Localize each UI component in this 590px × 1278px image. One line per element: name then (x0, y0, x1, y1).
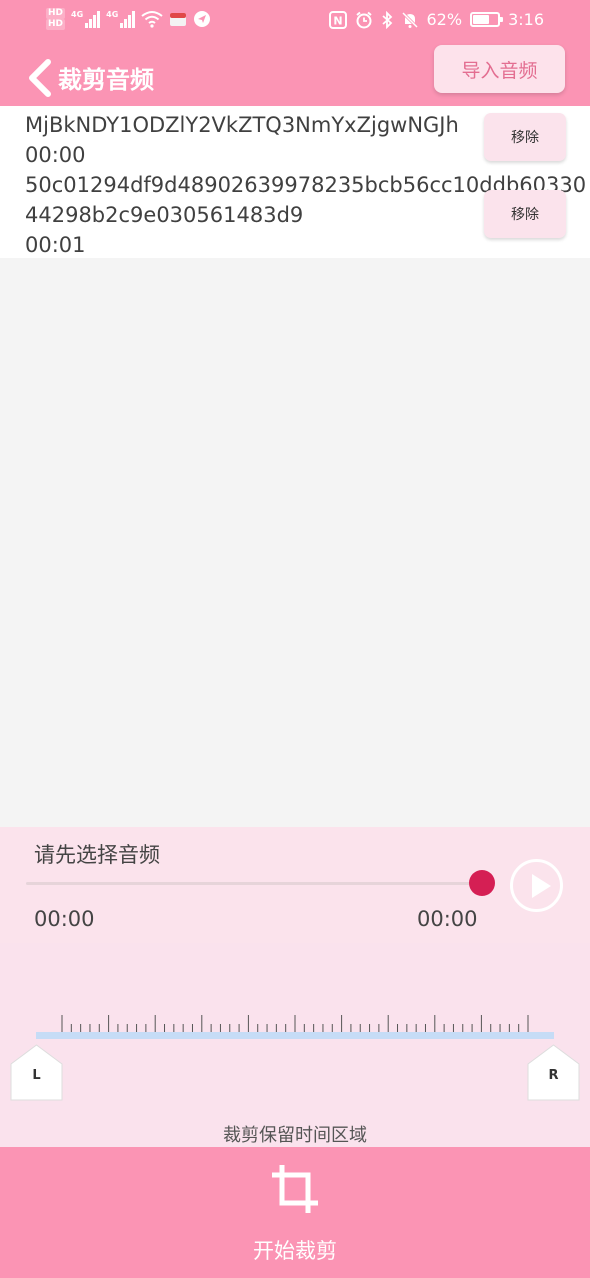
trim-right-label: R (548, 1068, 559, 1083)
nfc-icon: N (328, 10, 347, 29)
location-icon (194, 11, 211, 27)
current-time: 00:00 (34, 907, 95, 931)
crop-icon (272, 1165, 318, 1213)
start-crop-label: 开始裁剪 (253, 1239, 337, 1263)
app-notification-icon (170, 13, 187, 26)
bottom-bar: 开始裁剪 (0, 1147, 590, 1278)
signal-icon-2: 4G (106, 10, 136, 28)
play-icon[interactable] (510, 859, 563, 912)
page-title: 裁剪音频 (58, 66, 154, 94)
alarm-icon (355, 11, 372, 28)
status-bar: HD HD 4G 4G N 62% 3:16 (0, 0, 590, 44)
clock: 3:16 (508, 10, 544, 29)
trim-left-handle[interactable]: L (10, 1044, 63, 1102)
status-right: N 62% 3:16 (328, 10, 544, 29)
app-header: HD HD 4G 4G N 62% 3:16 裁剪音频 导入音频 (0, 0, 590, 106)
hd-badges: HD HD (46, 8, 66, 30)
seek-thumb[interactable] (469, 870, 495, 896)
nfc-label: N (333, 14, 342, 27)
trim-range-bar[interactable] (36, 1032, 554, 1039)
wifi-icon (141, 11, 163, 28)
net-type-2: 4G (106, 10, 119, 19)
battery-icon (470, 12, 504, 27)
trim-caption: 裁剪保留时间区域 (223, 1125, 367, 1146)
hd-badge-1: HD (46, 8, 66, 19)
net-type-1: 4G (71, 10, 84, 19)
remove-button[interactable]: 移除 (484, 113, 566, 161)
import-audio-button[interactable]: 导入音频 (434, 45, 565, 93)
back-arrow-icon[interactable] (24, 58, 58, 98)
audio-player: 请先选择音频 00:00 00:00 (0, 827, 590, 943)
hd-badge-2: HD (46, 19, 66, 30)
bluetooth-icon (381, 10, 392, 29)
mute-icon (401, 11, 418, 28)
signal-icon-1: 4G (71, 10, 101, 28)
status-left: HD HD 4G 4G (46, 8, 211, 30)
trim-right-handle[interactable]: R (527, 1044, 580, 1102)
seek-bar[interactable] (26, 882, 482, 885)
remove-button[interactable]: 移除 (484, 190, 566, 238)
battery-percent: 62% (426, 10, 463, 29)
total-time: 00:00 (417, 907, 478, 931)
trim-area: L R 裁剪保留时间区域 (0, 943, 590, 1147)
player-status-text: 请先选择音频 (34, 843, 160, 867)
trim-left-label: L (32, 1068, 41, 1083)
start-crop-button[interactable]: 开始裁剪 (220, 1157, 370, 1272)
audio-file-list: MjBkNDY1ODZlY2VkZTQ3NmYxZjgwNGJh 00:00 移… (0, 106, 590, 258)
